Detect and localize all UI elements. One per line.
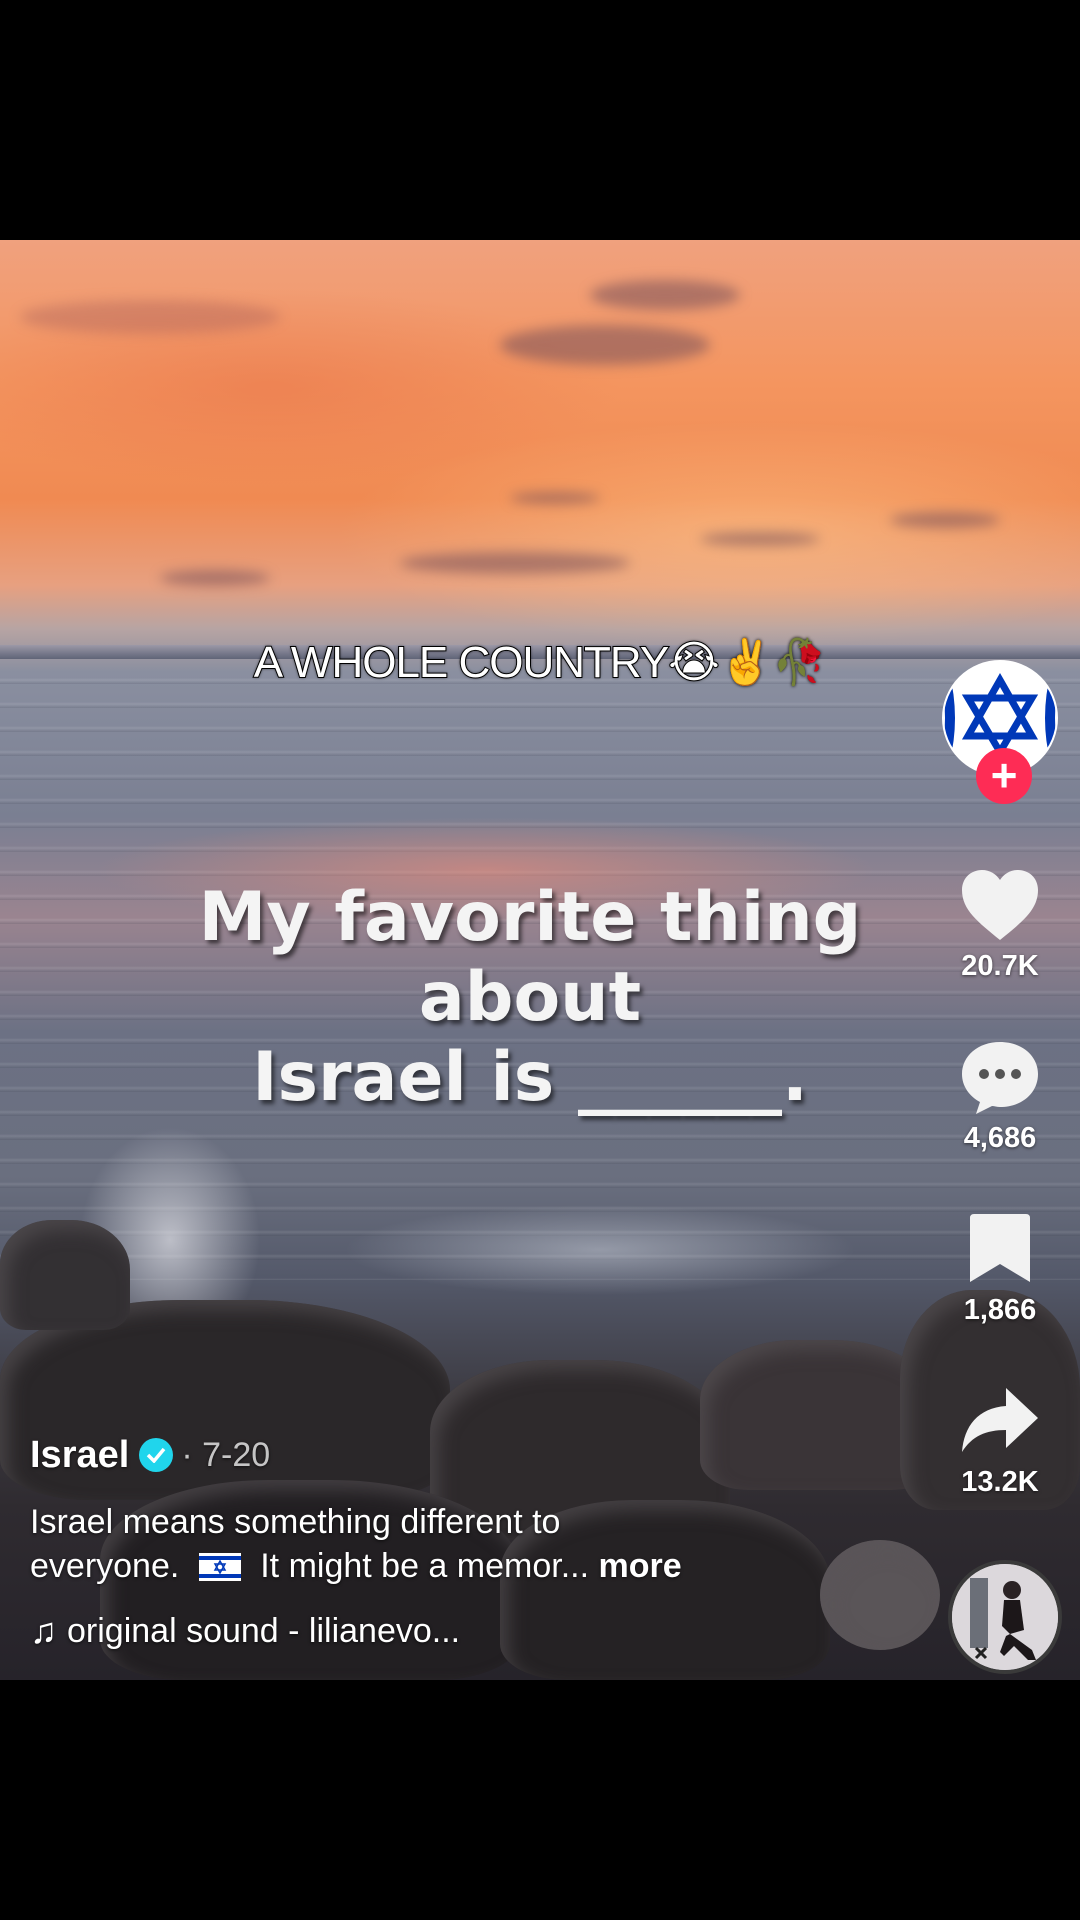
post-date: · 7-20 [181,1435,271,1474]
cloud [500,325,710,365]
comment-icon [962,1042,1038,1114]
cloud [890,512,1000,528]
cloud [20,300,280,334]
cloud [590,280,740,310]
comment-count: 4,686 [963,1122,1037,1154]
share-arrow-icon [962,1388,1038,1452]
cloud [160,570,270,586]
more-link[interactable]: more [598,1547,681,1585]
description-line: Israel means something different to [30,1503,561,1541]
rock [0,1220,130,1330]
verified-badge-icon [139,1438,174,1472]
sound-disc[interactable] [948,1560,1062,1674]
cloud [510,492,600,504]
description-text: everyone. [30,1547,180,1585]
description-text: It might be a memor... [260,1547,590,1585]
heart-icon [962,870,1038,940]
cloud [700,532,820,546]
music-note-icon: ♫ [30,1610,57,1651]
creator-avatar[interactable]: + [942,660,1058,804]
like-button[interactable]: 20.7K [920,866,1080,983]
creator-photo-thumbnail [952,1564,1058,1670]
share-button[interactable]: 13.2K [920,1382,1080,1499]
post-description[interactable]: Israel means something different to ever… [30,1500,850,1588]
video-overlay-text: My favorite thing about Israel is ______… [90,878,970,1118]
save-count: 1,866 [963,1294,1037,1326]
cloud [400,552,630,574]
author-name[interactable]: Israel [30,1434,129,1477]
description-line: everyone. It might be a memor... more [30,1544,850,1588]
follow-button[interactable]: + [976,748,1032,804]
tiktok-video-screen: A WHOLE COUNTRY😭✌️🥀 My favorite thing ab… [0,0,1080,1920]
author-line: Israel · 7-20 [30,1430,850,1480]
bookmark-icon [970,1214,1030,1282]
overlay-line: My favorite thing about [198,878,862,1037]
share-count: 13.2K [961,1466,1039,1498]
post-info: Israel · 7-20 Israel means something dif… [30,1430,850,1652]
sound-link[interactable]: ♫ original sound - lilianevo... [30,1610,850,1652]
sound-name: original sound - lilianevo... [67,1611,461,1650]
israel-flag-icon [198,1553,241,1581]
like-count: 20.7K [961,950,1039,982]
overlay-line: Israel is ______. [252,1038,808,1117]
video-caption-top: A WHOLE COUNTRY😭✌️🥀 [253,637,828,688]
wave-foam [250,1180,950,1320]
save-button[interactable]: 1,866 [920,1210,1080,1327]
comment-button[interactable]: 4,686 [920,1038,1080,1155]
